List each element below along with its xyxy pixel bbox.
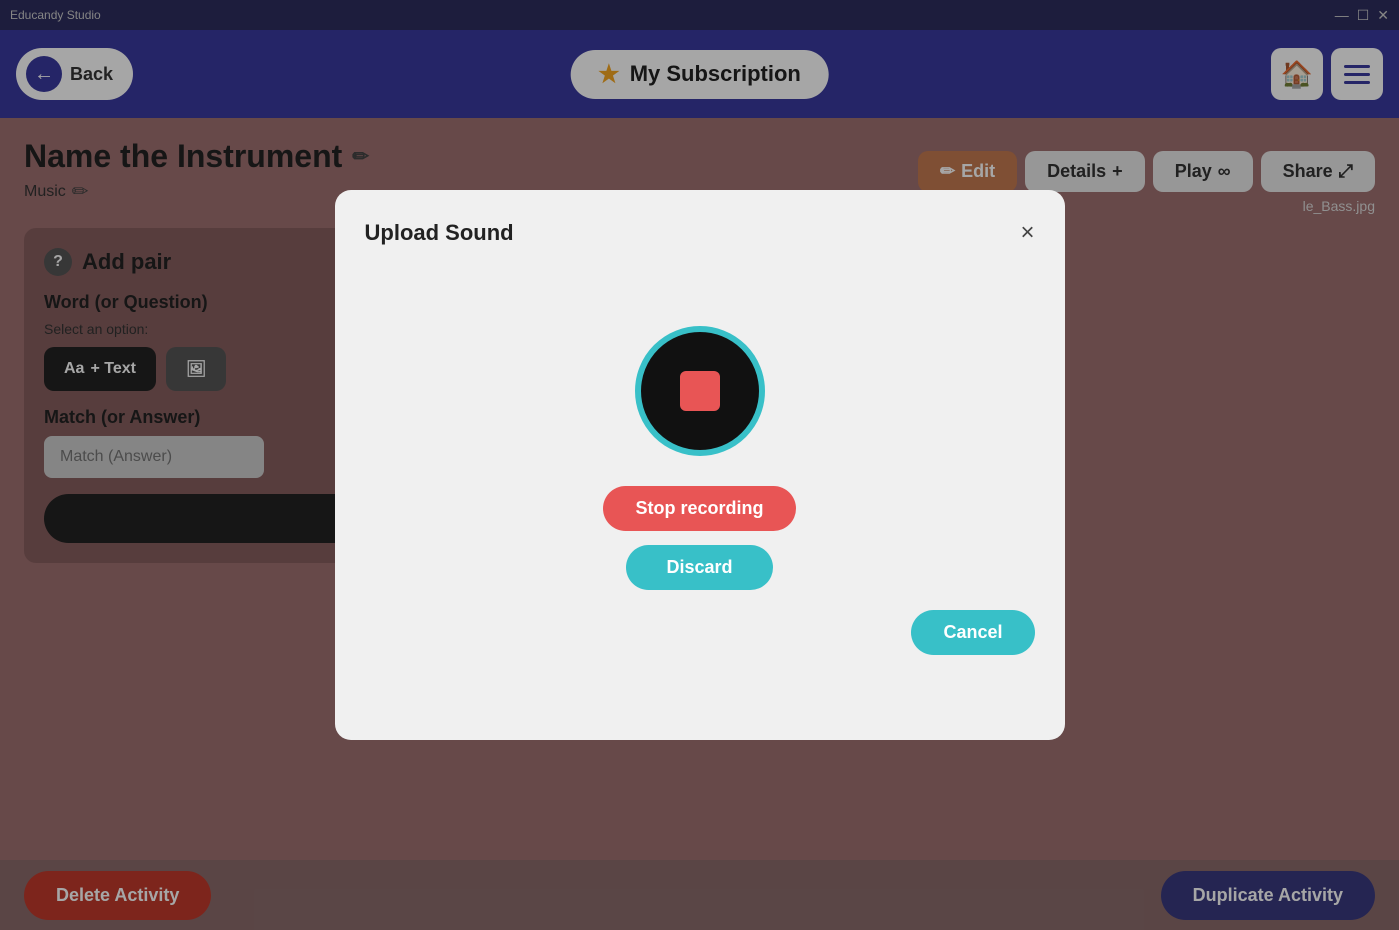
modal-header: Upload Sound × [365, 220, 1035, 246]
discard-button[interactable]: Discard [626, 545, 772, 590]
modal-close-button[interactable]: × [1020, 221, 1034, 245]
cancel-button[interactable]: Cancel [911, 610, 1034, 655]
modal-overlay: Upload Sound × Stop recording Discard Ca… [0, 0, 1399, 930]
modal-title: Upload Sound [365, 220, 514, 246]
record-button[interactable] [635, 326, 765, 456]
stop-recording-button[interactable]: Stop recording [603, 486, 795, 531]
stop-icon [680, 371, 720, 411]
upload-sound-modal: Upload Sound × Stop recording Discard Ca… [335, 190, 1065, 740]
